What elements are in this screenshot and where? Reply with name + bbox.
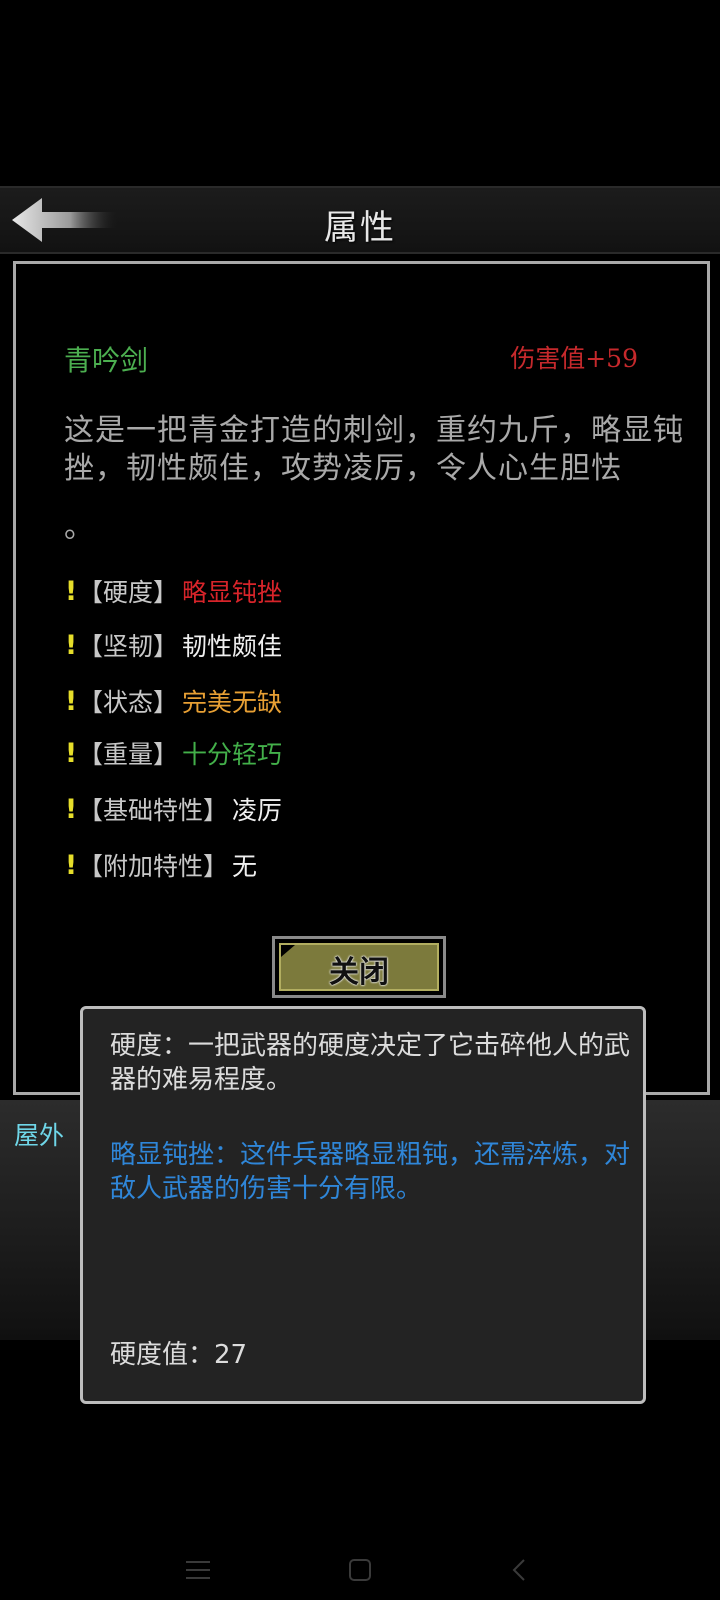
attribute-value: 韧性颇佳 [182,632,283,661]
info-marker-icon: ! [64,849,78,881]
status-bar-area [0,0,720,186]
page-title: 属性 [324,208,396,248]
system-navigation-bar [0,1540,720,1600]
attribute-row-hardness[interactable]: ! 【硬度】 略显钝挫 [64,574,282,608]
close-button[interactable]: 关闭 [272,936,446,998]
item-description-end: 。 [64,510,94,545]
attribute-label: 【基础特性】 [78,796,229,825]
attribute-value: 凌厉 [232,796,283,825]
nav-menu-button[interactable] [178,1550,218,1590]
attribute-label: 【硬度】 [78,578,179,607]
attribute-value: 完美无缺 [182,688,283,717]
nav-home-button[interactable] [340,1550,380,1590]
attribute-row-condition[interactable]: ! 【状态】 完美无缺 [64,684,282,718]
nav-back-button[interactable] [500,1550,540,1590]
attribute-row-base-trait[interactable]: ! 【基础特性】 凌厉 [64,792,282,826]
attribute-label: 【附加特性】 [78,852,229,881]
tooltip-detail: 略显钝挫：这件兵器略显粗钝，还需淬炼，对敌人武器的伤害十分有限。 [110,1140,631,1204]
info-marker-icon: ! [64,685,78,717]
info-marker-icon: ! [64,737,78,769]
damage-value: 伤害值+59 [510,344,638,373]
attribute-value: 略显钝挫 [182,578,283,607]
attribute-row-weight[interactable]: ! 【重量】 十分轻巧 [64,736,282,770]
attribute-row-extra-trait[interactable]: ! 【附加特性】 无 [64,848,257,882]
attribute-label: 【坚韧】 [78,632,179,661]
tooltip-value: 硬度值：27 [110,1340,248,1370]
attribute-value: 无 [232,852,258,881]
scene-location-label: 屋外 [14,1121,65,1150]
close-button-label: 关闭 [329,955,389,990]
header-bar: 属性 [0,186,720,254]
info-marker-icon: ! [64,629,78,661]
menu-icon [186,1561,210,1579]
item-description: 这是一把青金打造的刺剑，重约九斤，略显钝挫，韧性颇佳，攻势凌厉，令人心生胆怯 [64,413,684,486]
info-marker-icon: ! [64,793,78,825]
attribute-row-toughness[interactable]: ! 【坚韧】 韧性颇佳 [64,628,282,662]
home-icon [349,1559,371,1581]
tooltip-description: 硬度：一把武器的硬度决定了它击碎他人的武器的难易程度。 [110,1031,631,1095]
attribute-label: 【状态】 [78,688,179,717]
chevron-left-icon [512,1559,525,1581]
attribute-value: 十分轻巧 [182,740,283,769]
info-marker-icon: ! [64,575,78,607]
attribute-label: 【重量】 [78,740,179,769]
item-name: 青吟剑 [64,344,149,377]
